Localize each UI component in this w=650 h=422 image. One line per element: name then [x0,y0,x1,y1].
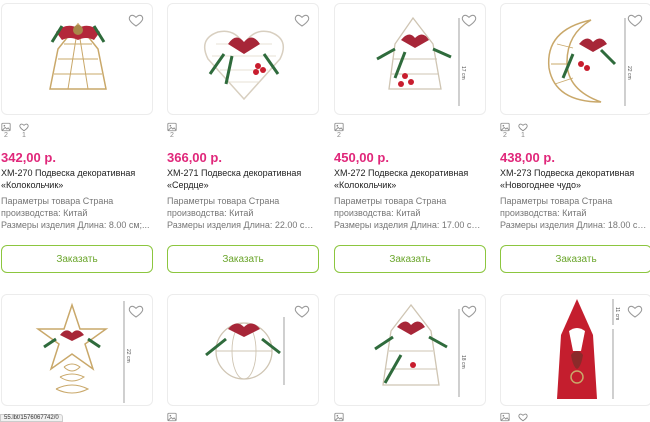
photo-count: 2 [503,132,507,139]
favorite-heart-icon[interactable] [627,303,643,319]
product-image[interactable]: 22 cm [500,3,650,115]
product-params: Параметры товара Страна производства: Кит… [500,196,650,230]
product-image[interactable] [167,3,319,115]
product-counters: 2 [167,122,177,140]
product-params: Параметры товара Страна производства: Кит… [1,196,150,230]
product-image[interactable] [167,294,319,406]
favorite-heart-icon[interactable] [627,12,643,28]
order-button[interactable]: Заказать [500,245,650,273]
product-image[interactable]: 17 cm [334,3,486,115]
order-button[interactable]: Заказать [1,245,153,273]
product-image[interactable]: 18 cm [334,294,486,406]
favorite-heart-icon[interactable] [461,12,477,28]
order-button[interactable]: Заказать [167,245,319,273]
favorite-heart-icon[interactable] [128,12,144,28]
product-title[interactable]: ХМ-273 Подвеска декоративная «Новогоднее … [500,167,650,191]
product-image[interactable]: 11 cm [500,294,650,406]
product-title[interactable]: ХМ-272 Подвеска декоративная «Колокольчик… [334,167,486,191]
favorite-count: 1 [521,132,525,139]
photo-icon[interactable] [500,122,510,132]
product-title[interactable]: ХМ-271 Подвеска декоративная «Сердце» [167,167,319,191]
size-label: 11 cm [614,307,620,320]
product-params: Параметры товара Страна производства: Кит… [167,196,319,230]
product-counters [500,412,528,422]
favorite-heart-icon[interactable] [294,303,310,319]
product-counters: 2 [334,122,344,140]
size-label: 17 cm [460,66,466,80]
photo-count: 2 [337,132,341,139]
favorite-heart-icon[interactable] [128,303,144,319]
product-counters [167,412,177,422]
size-label: 18 cm [460,355,466,369]
product-counters: 2 1 [500,122,528,140]
product-params: Параметры товара Страна производства: Кит… [334,196,486,230]
product-counters: 2 1 [1,122,29,140]
product-price: 366,00 р. [167,150,222,165]
product-image[interactable]: 22 cm [1,294,153,406]
photo-icon[interactable] [167,412,177,422]
product-price: 342,00 р. [1,150,56,165]
small-heart-icon[interactable] [518,412,528,422]
photo-icon[interactable] [500,412,510,422]
product-image[interactable] [1,3,153,115]
product-price: 450,00 р. [334,150,389,165]
favorite-heart-icon[interactable] [294,12,310,28]
small-heart-icon[interactable] [518,122,528,132]
order-button[interactable]: Заказать [334,245,486,273]
product-counters [334,412,344,422]
photo-count: 2 [4,132,8,139]
photo-count: 2 [170,132,174,139]
product-price: 438,00 р. [500,150,555,165]
favorite-heart-icon[interactable] [461,303,477,319]
size-label: 22 cm [626,66,632,80]
favorite-count: 1 [22,132,26,139]
status-bar: 55.lbt/1576067742/0 [0,414,63,422]
photo-icon[interactable] [334,412,344,422]
small-heart-icon[interactable] [19,122,29,132]
photo-icon[interactable] [167,122,177,132]
photo-icon[interactable] [1,122,11,132]
size-label: 22 cm [125,349,131,363]
product-title[interactable]: ХМ-270 Подвеска декоративная «Колокольчик… [1,167,153,191]
photo-icon[interactable] [334,122,344,132]
